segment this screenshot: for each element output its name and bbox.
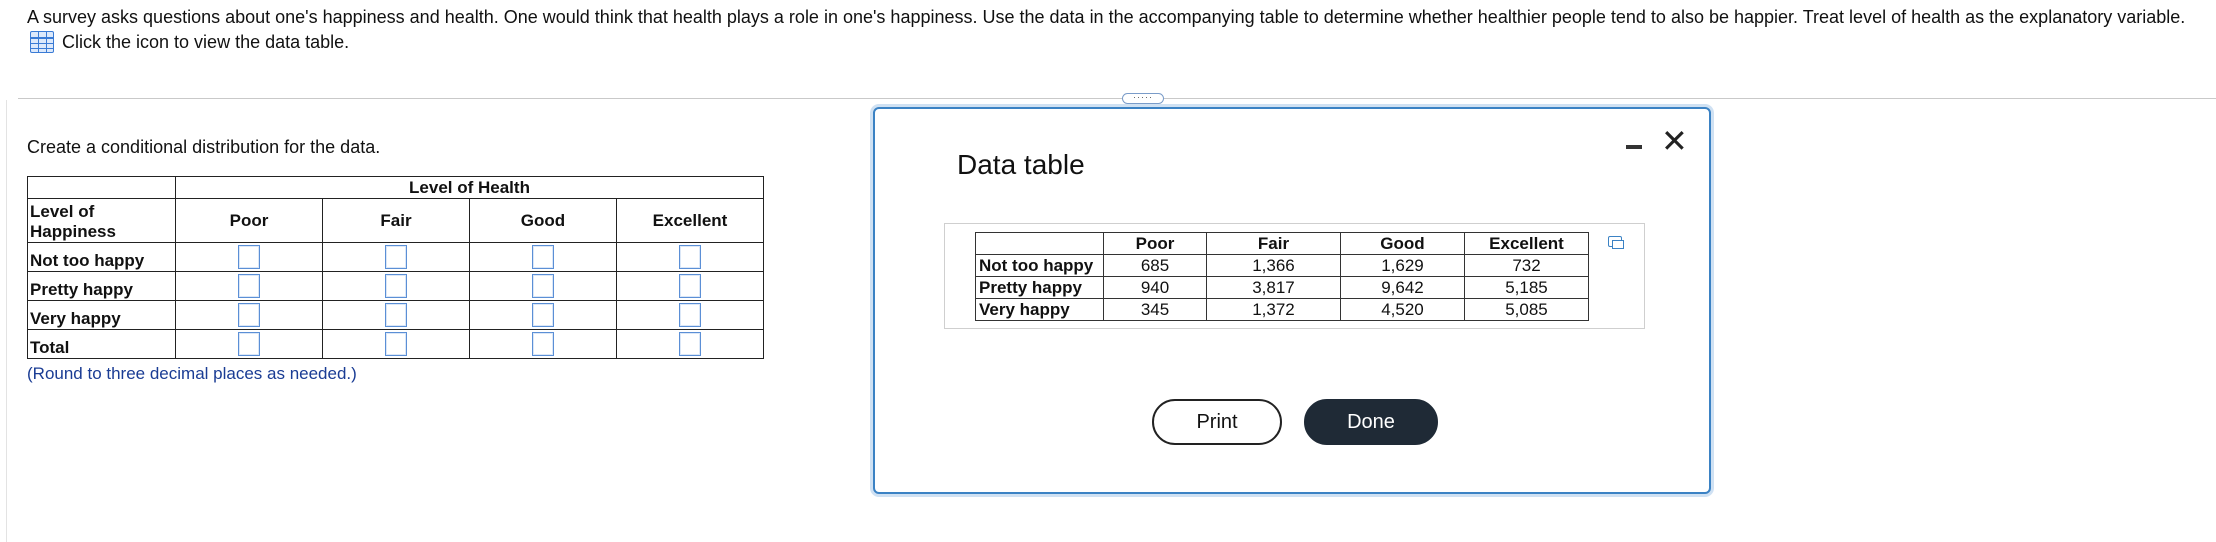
answer-input[interactable] [679, 303, 701, 327]
answer-input[interactable] [532, 274, 554, 298]
data-table-dialog: Data table ✕ Poor Fair Good Excellent No… [873, 107, 1711, 494]
answer-input[interactable] [238, 274, 260, 298]
data-table-frame: Poor Fair Good Excellent Not too happy 6… [944, 223, 1645, 329]
table-icon[interactable] [30, 31, 54, 53]
answer-input[interactable] [385, 303, 407, 327]
divider-drag-handle[interactable]: ····· [1122, 93, 1164, 104]
data-cell: 5,085 [1464, 298, 1589, 321]
answer-input[interactable] [532, 332, 554, 356]
data-cell: 940 [1103, 276, 1207, 299]
left-rule [6, 100, 7, 542]
data-cell: 1,629 [1340, 254, 1465, 277]
answer-input[interactable] [385, 332, 407, 356]
conditional-distribution-table: Level of Health Level of Happiness Poor … [27, 176, 764, 359]
answer-input[interactable] [679, 274, 701, 298]
question-text: A survey asks questions about one's happ… [27, 7, 2186, 27]
data-cell: 3,817 [1206, 276, 1341, 299]
row-label: Total [27, 329, 176, 359]
data-column-header: Fair [1206, 232, 1341, 255]
data-cell: 9,642 [1340, 276, 1465, 299]
answer-input[interactable] [385, 274, 407, 298]
data-column-header: Excellent [1464, 232, 1589, 255]
close-icon[interactable]: ✕ [1661, 125, 1688, 157]
row-label: Very happy [27, 300, 176, 330]
answer-input[interactable] [679, 245, 701, 269]
data-cell: 5,185 [1464, 276, 1589, 299]
answer-input[interactable] [532, 303, 554, 327]
answer-input[interactable] [532, 245, 554, 269]
data-row-label: Very happy [975, 298, 1104, 321]
answer-input[interactable] [238, 303, 260, 327]
data-cell: 1,372 [1206, 298, 1341, 321]
print-button[interactable]: Print [1152, 399, 1282, 445]
dialog-title: Data table [957, 149, 1085, 180]
data-cell: 345 [1103, 298, 1207, 321]
row-label: Not too happy [27, 242, 176, 272]
column-header: Good [469, 198, 617, 243]
answer-input[interactable] [679, 332, 701, 356]
answer-input[interactable] [385, 245, 407, 269]
data-row-label: Pretty happy [975, 276, 1104, 299]
view-data-table-label: Click the icon to view the data table. [62, 31, 350, 52]
answer-input[interactable] [238, 245, 260, 269]
data-cell: 1,366 [1206, 254, 1341, 277]
row-label: Pretty happy [27, 271, 176, 301]
column-header: Poor [175, 198, 323, 243]
minimize-icon[interactable] [1626, 145, 1642, 149]
answer-prompt: Create a conditional distribution for th… [27, 137, 381, 157]
data-cell: 732 [1464, 254, 1589, 277]
rounding-note: (Round to three decimal places as needed… [27, 364, 357, 383]
answer-input[interactable] [238, 332, 260, 356]
data-table: Poor Fair Good Excellent Not too happy 6… [975, 232, 1589, 321]
copy-table-icon[interactable] [1608, 236, 1624, 249]
column-header: Excellent [616, 198, 764, 243]
data-row-label: Not too happy [975, 254, 1104, 277]
table-corner [27, 176, 176, 199]
data-column-header: Good [1340, 232, 1465, 255]
data-cell: 4,520 [1340, 298, 1465, 321]
section-divider [18, 98, 2216, 99]
row-header-title: Level of Happiness [27, 198, 176, 243]
done-button[interactable]: Done [1304, 399, 1438, 445]
super-header: Level of Health [175, 176, 764, 199]
data-column-header: Poor [1103, 232, 1207, 255]
column-header: Fair [322, 198, 470, 243]
view-data-table-link[interactable]: Click the icon to view the data table. [30, 31, 349, 53]
data-table-corner [975, 232, 1104, 255]
data-cell: 685 [1103, 254, 1207, 277]
